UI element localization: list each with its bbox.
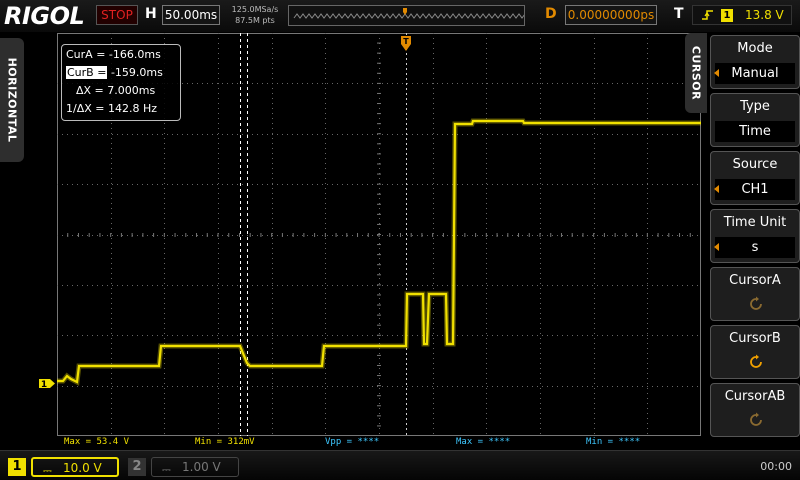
acquisition-info: 125.0MSa/s 87.5M pts [228, 4, 282, 26]
trigger-source-badge: 1 [721, 9, 733, 22]
menu-cursor-b-label: CursorB [729, 331, 781, 346]
ch1-waveform-glow [57, 118, 701, 386]
ch1-scale-box[interactable]: ⎓ 10.0 V [31, 457, 119, 477]
ch1-marker-label: 1 [41, 380, 47, 389]
ch1-waveform [57, 119, 701, 384]
sample-rate: 125.0MSa/s [231, 5, 279, 14]
menu-time-unit-value: s [715, 237, 795, 258]
brand-logo: RIGOL [4, 2, 85, 30]
delay-value[interactable]: 0.00000000ps [565, 5, 657, 25]
menu-title-tab: CURSOR [685, 33, 707, 113]
delta-x-value: 7.000ms [107, 84, 156, 97]
horizontal-menu-tab[interactable]: HORIZONTAL [0, 38, 24, 162]
menu-source-label: Source [732, 157, 778, 172]
trigger-position-icon [403, 8, 407, 15]
left-arrow-icon [714, 185, 719, 193]
measure-min-2: Min = **** [586, 437, 641, 447]
menu-source-value: CH1 [715, 179, 795, 200]
ch2-badge[interactable]: 2 [128, 458, 146, 476]
horizontal-label: H [145, 6, 157, 22]
menu-cursor-b[interactable]: CursorB [710, 325, 800, 379]
knob-rotate-icon [750, 354, 762, 368]
menu-cursor-a[interactable]: CursorA [710, 267, 800, 321]
ch1-offset-marker[interactable]: 1 [38, 378, 56, 389]
trigger-level-value: 13.8 V [745, 8, 784, 22]
knob-rotate-icon [750, 412, 762, 426]
ch1-badge[interactable]: 1 [8, 458, 26, 476]
trigger-position-marker[interactable]: T [400, 35, 412, 53]
measure-vpp: Vpp = **** [325, 437, 380, 447]
delay-label: D [545, 6, 557, 22]
cursor-a-value: -166.0ms [108, 48, 161, 61]
cursor-b-label: CurB = [66, 66, 108, 79]
dc-coupling-icon: ⎓ [162, 463, 171, 476]
rising-edge-icon [702, 10, 713, 20]
menu-mode[interactable]: Mode Manual [710, 35, 800, 89]
inverse-delta-value: 142.8 Hz [107, 102, 158, 115]
trigger-info[interactable]: 1 13.8 V [692, 5, 792, 25]
inverse-delta-label: 1/ΔX = [66, 102, 105, 115]
menu-time-unit-label: Time Unit [723, 215, 787, 230]
memory-depth: 87.5M pts [235, 16, 275, 25]
timebase-value[interactable]: 50.00ms [162, 5, 220, 25]
menu-type-value: Time [715, 121, 795, 142]
memory-waveform-preview [293, 8, 524, 19]
menu-type[interactable]: Type Time [710, 93, 800, 147]
menu-cursor-a-label: CursorA [729, 273, 781, 288]
menu-cursor-ab[interactable]: CursorAB [710, 383, 800, 437]
left-arrow-icon [714, 69, 719, 77]
cursor-b-row: CurB = -159.0ms [66, 65, 163, 81]
channel-status-bar: 1 ⎓ 10.0 V 2 ⎓ 1.00 V 00:00 [0, 450, 800, 480]
ch2-scale-value: 1.00 V [182, 460, 221, 474]
menu-cursor-ab-label: CursorAB [724, 389, 786, 404]
top-status-bar: RIGOL STOP H 50.00ms 125.0MSa/s 87.5M pt… [0, 0, 800, 32]
cursor-readout-panel: CurA = -166.0ms CurB = -159.0ms ΔX = 7.0… [61, 44, 181, 121]
menu-mode-label: Mode [737, 41, 773, 56]
memory-position-bar[interactable] [288, 5, 525, 26]
svg-text:T: T [403, 37, 409, 46]
menu-mode-value: Manual [715, 63, 795, 84]
knob-rotate-icon [750, 296, 762, 310]
ch2-scale-box[interactable]: ⎓ 1.00 V [151, 457, 239, 477]
measure-max-2: Max = **** [456, 437, 511, 447]
menu-type-label: Type [740, 99, 770, 114]
inverse-delta-row: 1/ΔX = 142.8 Hz [66, 101, 157, 117]
cursor-a-label: CurA = [66, 48, 106, 61]
cursor-a-row: CurA = -166.0ms [66, 47, 161, 63]
delta-x-row: ΔX = 7.000ms [76, 83, 155, 99]
menu-title: CURSOR [689, 45, 703, 101]
cursor-menu: CURSOR Mode Manual Type Time Source CH1 … [685, 33, 800, 439]
measurement-bar: Max = 53.4 V Min = 312mV Vpp = **** Max … [0, 436, 706, 450]
menu-time-unit[interactable]: Time Unit s [710, 209, 800, 263]
delta-x-label: ΔX = [76, 84, 104, 97]
clock-display: 00:00 [760, 460, 792, 473]
cursor-b-value: -159.0ms [110, 66, 163, 79]
trigger-label: T [674, 6, 684, 22]
dc-coupling-icon: ⎓ [43, 464, 52, 477]
measure-max: Max = 53.4 V [64, 437, 130, 447]
menu-source[interactable]: Source CH1 [710, 151, 800, 205]
ch1-scale-value: 10.0 V [63, 461, 102, 475]
measure-min: Min = 312mV [195, 437, 255, 447]
run-stop-status[interactable]: STOP [96, 5, 138, 25]
horizontal-tab-label: HORIZONTAL [5, 57, 19, 143]
left-arrow-icon [714, 243, 719, 251]
